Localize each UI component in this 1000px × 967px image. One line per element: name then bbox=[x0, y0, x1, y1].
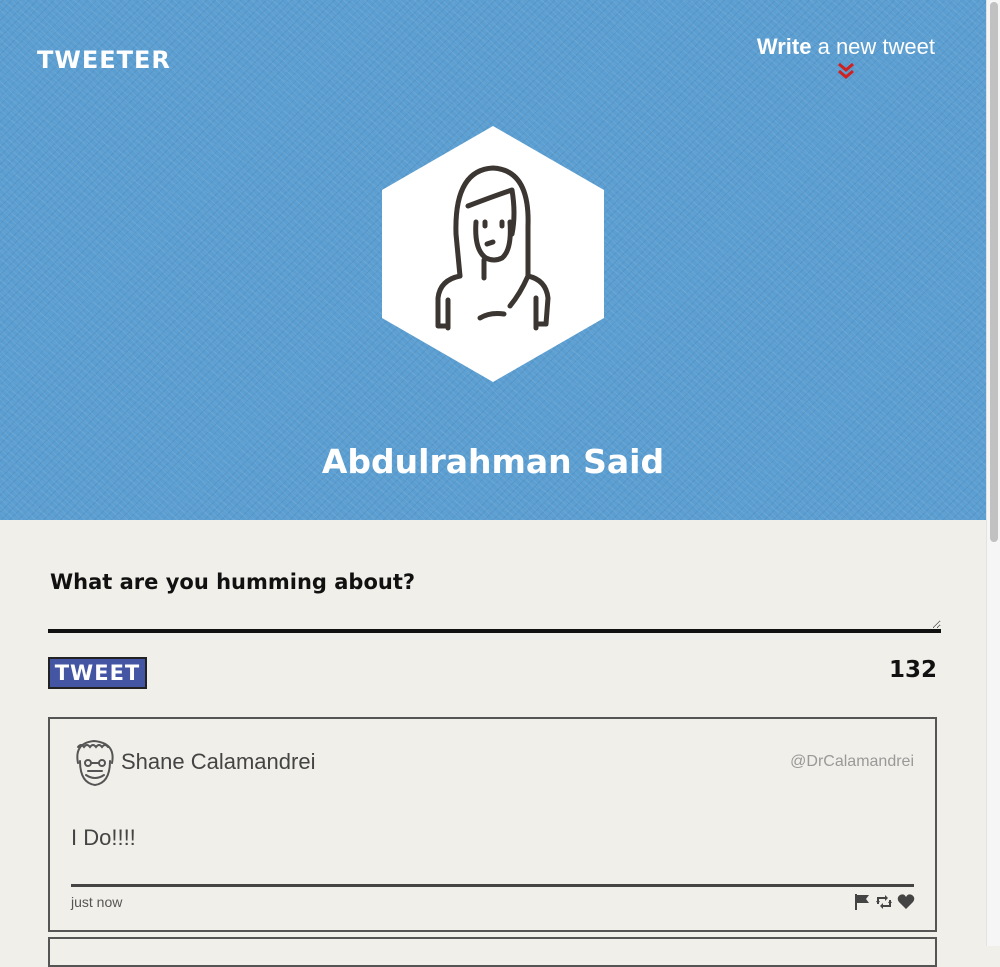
profile-name: Abdulrahman Said bbox=[321, 442, 665, 481]
page-scrollbar[interactable] bbox=[986, 0, 1000, 946]
scrollbar-thumb[interactable] bbox=[990, 2, 998, 542]
tweet-card bbox=[48, 937, 937, 967]
tweet-card: Shane Calamandrei @DrCalamandrei I Do!!!… bbox=[48, 717, 937, 932]
tweet-author-handle[interactable]: @DrCalamandrei bbox=[790, 753, 914, 771]
write-new-tweet-toggle[interactable]: Write a new tweet bbox=[757, 34, 935, 80]
tweet-author-name: Shane Calamandrei bbox=[121, 749, 316, 774]
tweet-divider bbox=[71, 884, 914, 887]
tweet-timestamp: just now bbox=[71, 894, 123, 910]
composer-label: What are you humming about? bbox=[50, 570, 416, 594]
tweet-input[interactable] bbox=[48, 605, 941, 633]
tweet-actions bbox=[853, 893, 915, 911]
double-chevron-down-icon bbox=[837, 62, 854, 79]
flag-icon[interactable] bbox=[853, 893, 871, 911]
tweet-button[interactable]: TWEET bbox=[48, 657, 147, 689]
character-counter: 132 bbox=[888, 657, 937, 683]
tweet-text: I Do!!!! bbox=[71, 825, 136, 850]
brand-logo[interactable]: TWEETER bbox=[37, 46, 171, 74]
compose-toggle-bold: Write bbox=[756, 34, 812, 59]
profile-header: TWEETER Write a new tweet Abdulrahman Sa… bbox=[0, 0, 986, 520]
retweet-icon[interactable] bbox=[875, 893, 893, 911]
user-avatar-icon bbox=[76, 739, 114, 787]
compose-toggle-rest: a new tweet bbox=[811, 34, 935, 59]
heart-icon[interactable] bbox=[897, 893, 915, 911]
profile-avatar bbox=[382, 126, 604, 382]
